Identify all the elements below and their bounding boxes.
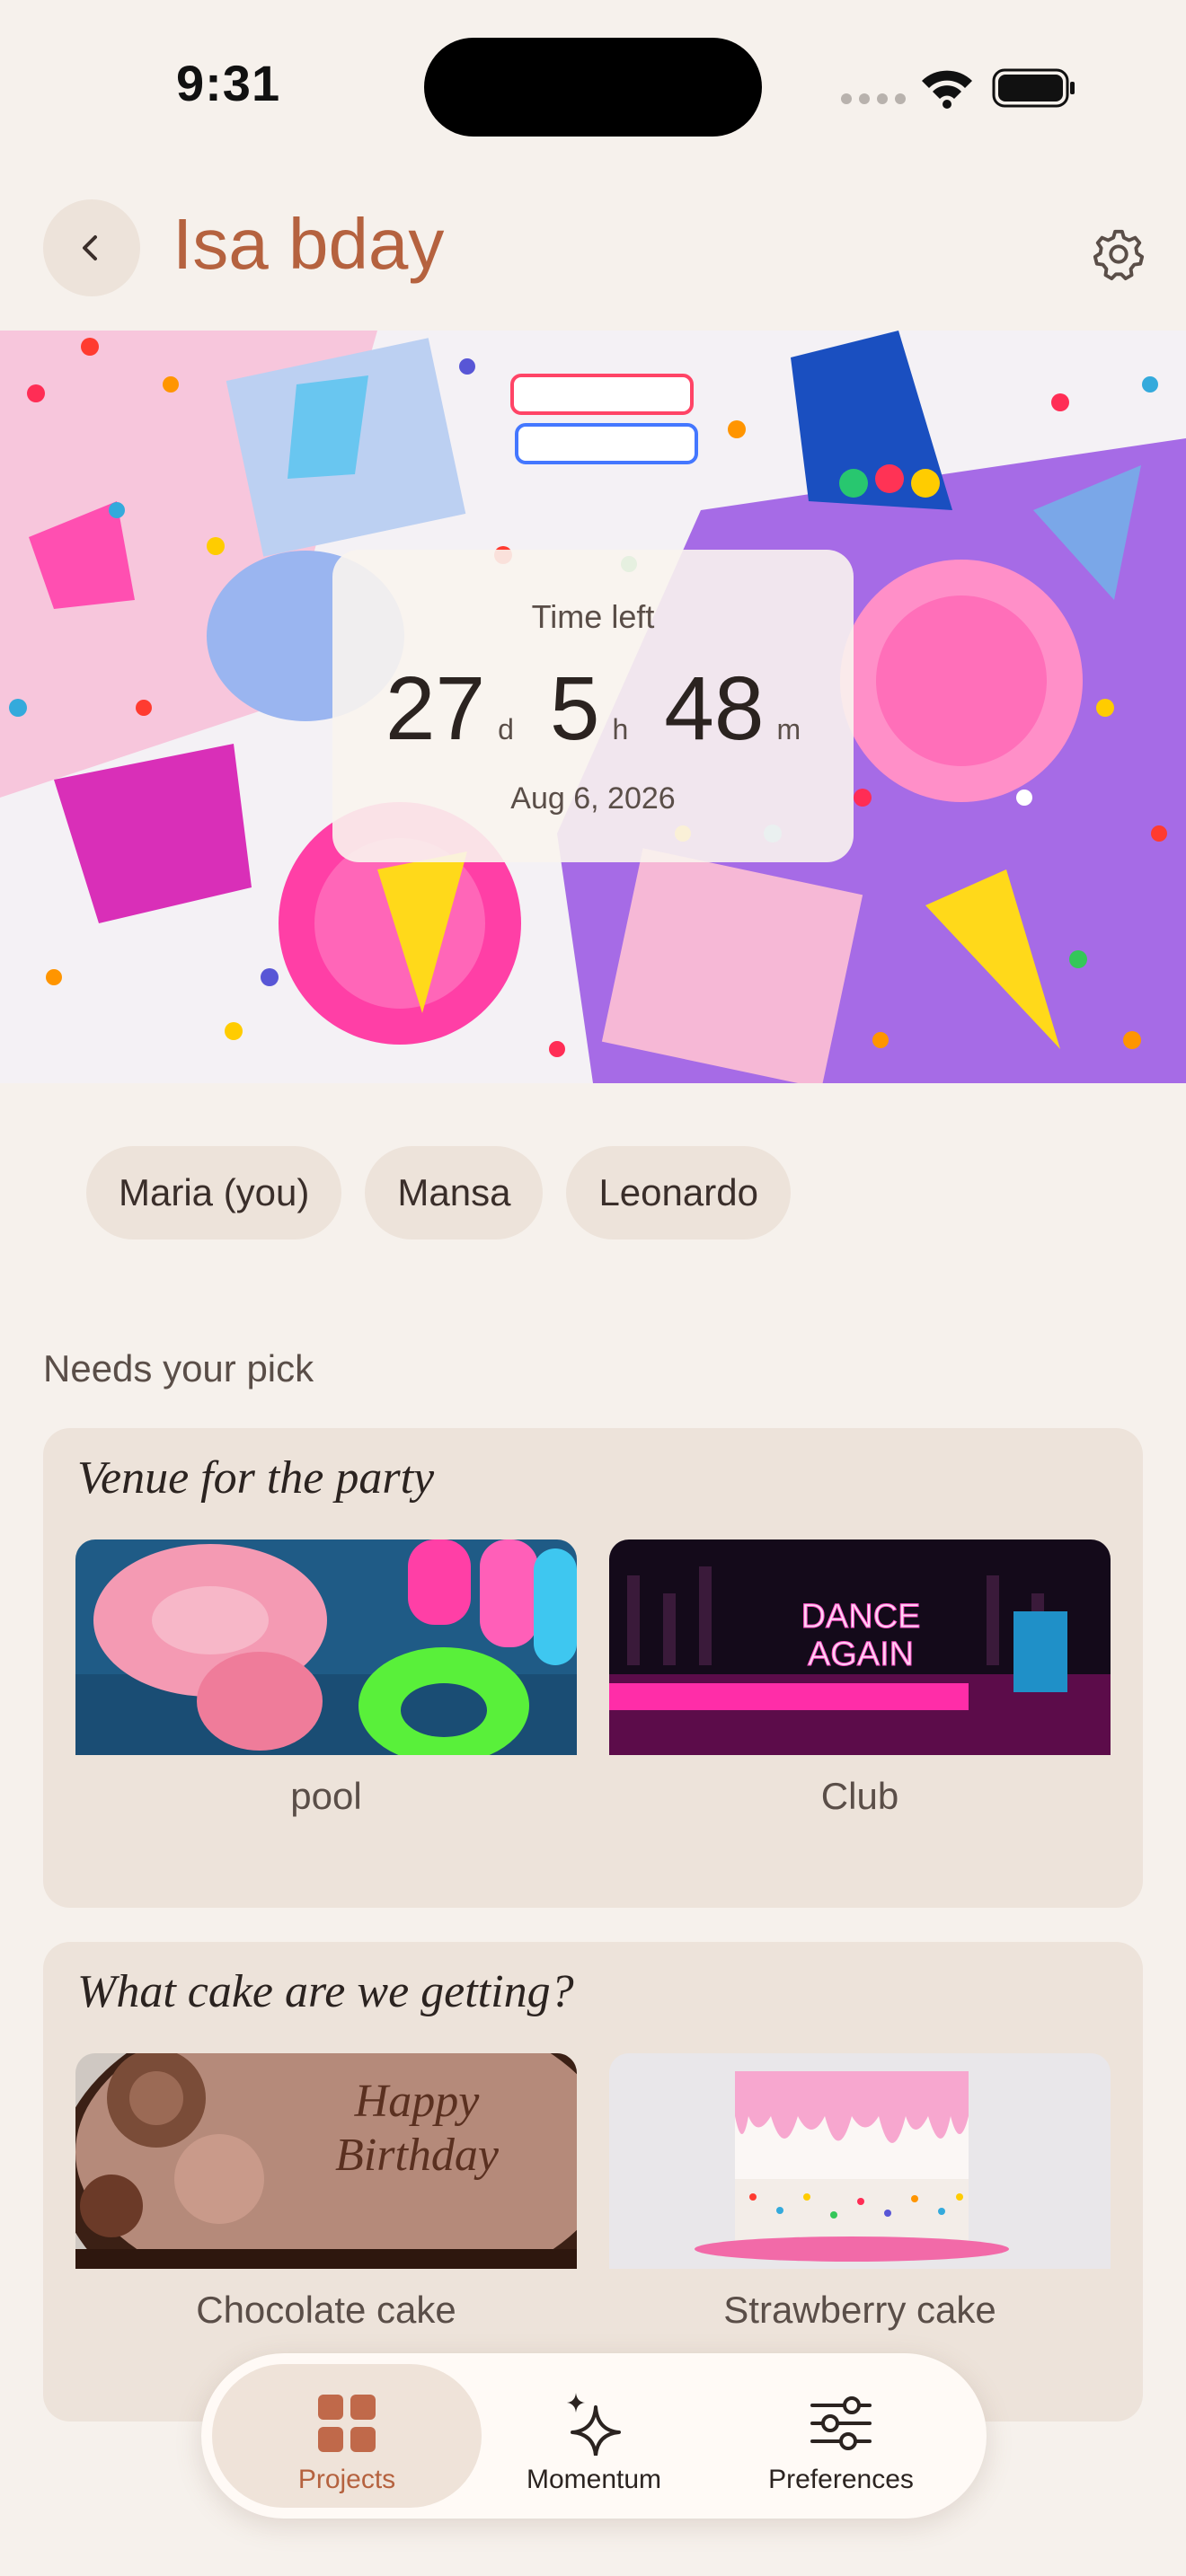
cake-writing-line2: Birthday: [335, 2130, 500, 2181]
member-chip[interactable]: Maria (you): [86, 1146, 342, 1239]
dynamic-island: [424, 38, 762, 137]
poll-option-pool[interactable]: pool: [75, 1539, 577, 1818]
pool-image: [75, 1539, 577, 1755]
countdown-minutes: 48: [664, 658, 765, 759]
nav-preferences[interactable]: Preferences: [706, 2364, 976, 2508]
countdown-hours: 5: [549, 658, 600, 759]
nav-momentum[interactable]: Momentum: [459, 2364, 729, 2508]
countdown-hours-unit: h: [612, 713, 629, 745]
poll-question: Venue for the party: [77, 1452, 435, 1504]
poll-option-label: Chocolate cake: [196, 2289, 456, 2331]
cellular-signal-icon: [841, 93, 906, 104]
chevron-left-icon: [83, 235, 97, 260]
section-title: Needs your pick: [43, 1347, 314, 1389]
poll-option-strawberry-cake[interactable]: Strawberry cake: [609, 2053, 1111, 2332]
neon-sign-line1: DANCE: [801, 1598, 920, 1636]
hero-image: Time left 27 d 5 h 48 m Aug 6, 2026: [0, 331, 1186, 1083]
countdown-days: 27: [385, 658, 486, 759]
member-chips: Maria (you) Mansa Leonardo: [86, 1146, 791, 1239]
event-date: Aug 6, 2026: [510, 781, 676, 816]
nav-label: Preferences: [768, 2465, 914, 2494]
status-bar: 9:31: [0, 0, 1186, 171]
gear-icon[interactable]: [1091, 226, 1146, 282]
cake-writing-line1: Happy: [354, 2076, 481, 2127]
bottom-nav: Projects Momentum Preferences: [201, 2353, 987, 2519]
grid-icon: [318, 2395, 376, 2452]
strawberry-cake-image: [609, 2053, 1111, 2269]
sparkle-icon: [567, 2393, 621, 2456]
wifi-icon: [922, 70, 972, 109]
status-time: 9:31: [176, 55, 281, 111]
poll-question: What cake are we getting?: [77, 1966, 574, 2017]
countdown-minutes-unit: m: [776, 713, 801, 745]
neon-sign-line2: AGAIN: [808, 1636, 914, 1673]
poll-card-cake: What cake are we getting? Happy Birthday…: [43, 1942, 1143, 2422]
page-title: Isa bday: [173, 204, 445, 284]
nav-label: Projects: [297, 2465, 396, 2494]
poll-option-label: Club: [820, 1775, 899, 1817]
countdown-days-unit: d: [498, 713, 514, 745]
countdown-card: Time left 27 d 5 h 48 m Aug 6, 2026: [332, 550, 854, 862]
nav-label: Momentum: [526, 2465, 662, 2494]
sliders-icon: [810, 2396, 872, 2450]
member-chip[interactable]: Mansa: [365, 1146, 544, 1239]
countdown-values: 27 d 5 h 48 m: [332, 657, 854, 761]
chocolate-cake-image: Happy Birthday: [75, 2053, 577, 2269]
poll-option-label: pool: [290, 1775, 362, 1817]
battery-icon: [992, 68, 1075, 108]
poll-option-chocolate-cake[interactable]: Happy Birthday Chocolate cake: [75, 2053, 577, 2332]
club-image: DANCE AGAIN: [609, 1539, 1111, 1755]
poll-option-club[interactable]: DANCE AGAIN Club: [609, 1539, 1111, 1818]
countdown-label: Time left: [531, 598, 655, 635]
poll-card-venue: Venue for the party pool DANCE AGAIN Clu…: [43, 1428, 1143, 1908]
back-button[interactable]: [43, 199, 140, 296]
poll-option-label: Strawberry cake: [723, 2289, 996, 2331]
nav-projects[interactable]: Projects: [212, 2364, 482, 2508]
member-chip[interactable]: Leonardo: [566, 1146, 791, 1239]
